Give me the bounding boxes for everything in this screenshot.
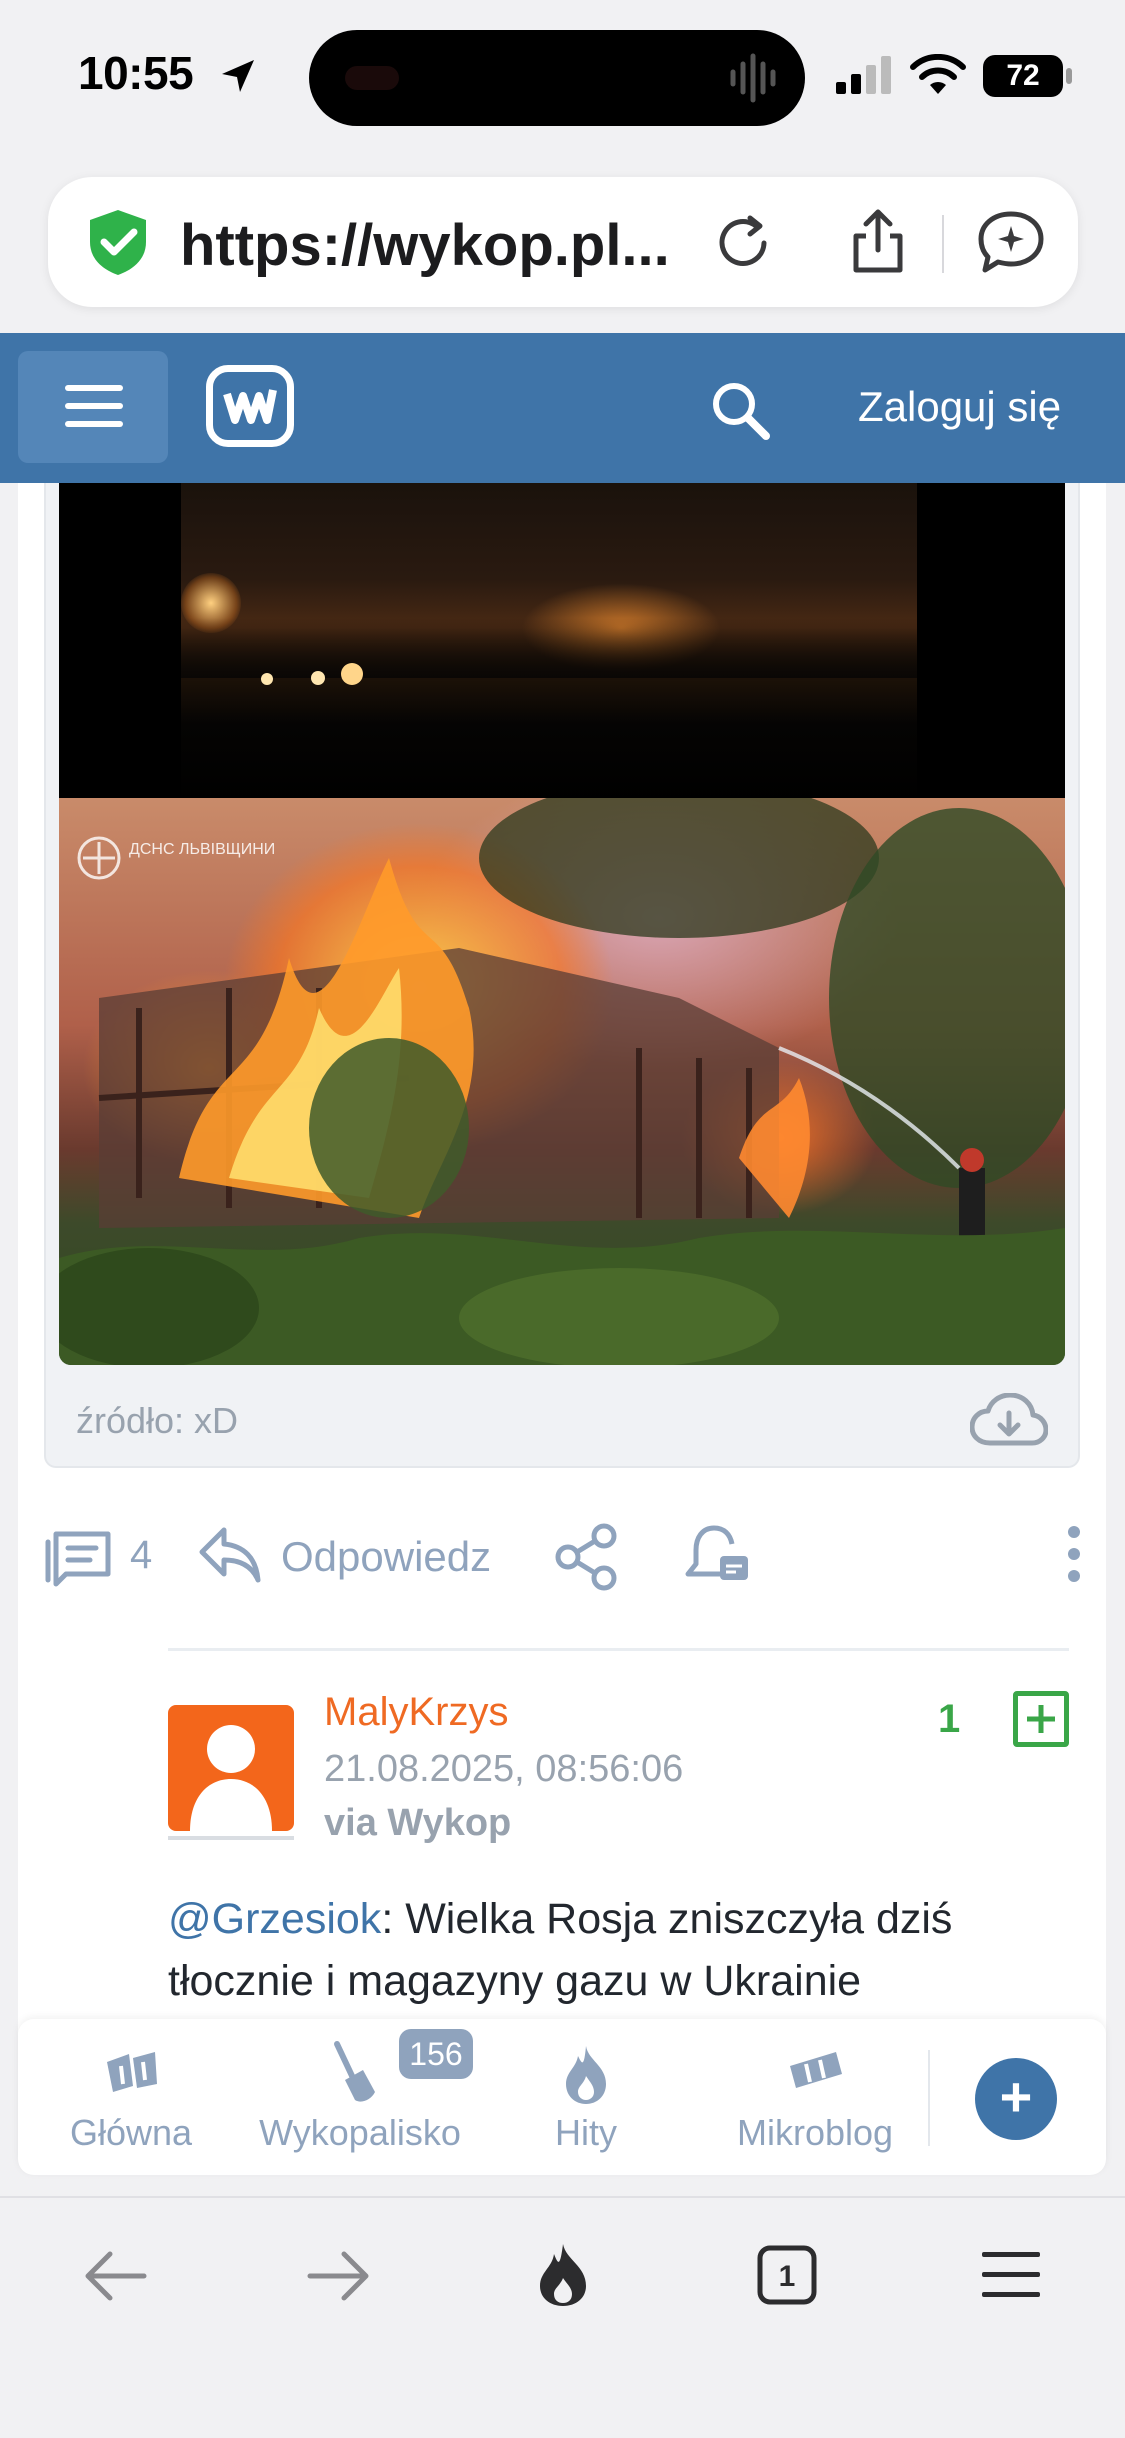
battery-indicator: 72 (983, 55, 1063, 97)
source-label[interactable]: źródło: xD (76, 1400, 238, 1442)
nav-item-mikroblog[interactable]: Mikroblog (720, 2040, 910, 2160)
comments-icon[interactable] (42, 1528, 114, 1588)
comment-via: via Wykop (324, 1802, 512, 1844)
menu-button[interactable] (18, 351, 168, 463)
flame-icon (566, 2046, 606, 2104)
battery-cap (1066, 68, 1072, 84)
hamburger-icon (65, 385, 123, 427)
shovel-icon (334, 2041, 375, 2102)
avatar-underline (168, 1836, 294, 1840)
cellular-signal-icon (836, 56, 891, 94)
nav-item-hity[interactable]: Hity (506, 2040, 666, 2160)
default-avatar-icon (190, 1725, 272, 1831)
nav-label-wykopalisko: Wykopalisko (259, 2112, 461, 2153)
url-bar-divider (942, 215, 944, 273)
nav-label-glowna: Główna (69, 2112, 193, 2153)
comment-username[interactable]: MalyKrzys (324, 1690, 508, 1735)
nav-item-glowna[interactable]: Główna (40, 2040, 222, 2160)
photo-watermark: ДСНС ЛЬВІВЩИНИ (129, 841, 275, 858)
comment-timestamp[interactable]: 21.08.2025, 08:56:06 (324, 1748, 683, 1791)
nav-divider (928, 2050, 930, 2146)
burning-house-illustration: ДСНС ЛЬВІВЩИНИ (59, 798, 1065, 1365)
nav-label-hity: Hity (555, 2112, 617, 2153)
mikroblog-icon (790, 2052, 842, 2088)
share-network-icon[interactable] (552, 1522, 622, 1592)
login-link[interactable]: Zaloguj się (858, 383, 1061, 431)
comment-divider (168, 1648, 1069, 1651)
browser-flame-icon[interactable] (532, 2240, 594, 2310)
plus-icon (1027, 1705, 1055, 1733)
wykop-logo[interactable] (206, 365, 294, 447)
share-icon[interactable] (846, 206, 910, 278)
news-photo[interactable]: ДСНС ЛЬВІВЩИНИ (59, 798, 1065, 1365)
tabs-icon[interactable]: 1 (756, 2244, 818, 2306)
back-arrow-icon[interactable] (80, 2246, 150, 2306)
reload-icon[interactable] (710, 210, 776, 276)
video-frame[interactable] (181, 483, 917, 805)
vote-count: 1 (938, 1697, 961, 1741)
browser-toolbar (0, 2196, 1125, 2438)
dynamic-island (309, 30, 805, 126)
wykop-logo-icon (223, 389, 277, 424)
wifi-icon (910, 54, 966, 94)
notification-bell-icon[interactable] (684, 1522, 752, 1592)
audio-waveform-icon (730, 53, 776, 103)
nav-label-mikroblog: Mikroblog (736, 2112, 894, 2153)
reply-icon[interactable] (196, 1524, 262, 1584)
wykopalisko-badge: 156 (399, 2029, 473, 2079)
svg-text:1: 1 (779, 2260, 796, 2293)
browser-menu-icon[interactable] (980, 2250, 1042, 2300)
location-arrow-icon (222, 60, 254, 92)
more-options-icon[interactable] (1064, 1524, 1084, 1584)
add-post-button[interactable]: + (975, 2058, 1057, 2140)
forward-arrow-icon[interactable] (304, 2246, 374, 2306)
shield-check-icon[interactable] (82, 206, 154, 278)
avatar[interactable] (168, 1705, 294, 1831)
wykop-home-icon (107, 2052, 157, 2092)
cloud-download-icon[interactable] (970, 1393, 1048, 1451)
comment-count[interactable]: 4 (130, 1533, 152, 1578)
status-time: 10:55 (78, 47, 194, 99)
comment-body: @Grzesiok: Wielka Rosja zniszczyła dziś … (168, 1888, 1068, 2012)
upvote-button[interactable] (1013, 1691, 1069, 1747)
search-icon[interactable] (708, 378, 772, 442)
user-mention-link[interactable]: @Grzesiok (168, 1895, 381, 1943)
url-text[interactable]: https://wykop.pl... (180, 212, 670, 279)
ai-chat-icon[interactable] (975, 206, 1047, 278)
reply-button[interactable]: Odpowiedz (281, 1533, 491, 1581)
